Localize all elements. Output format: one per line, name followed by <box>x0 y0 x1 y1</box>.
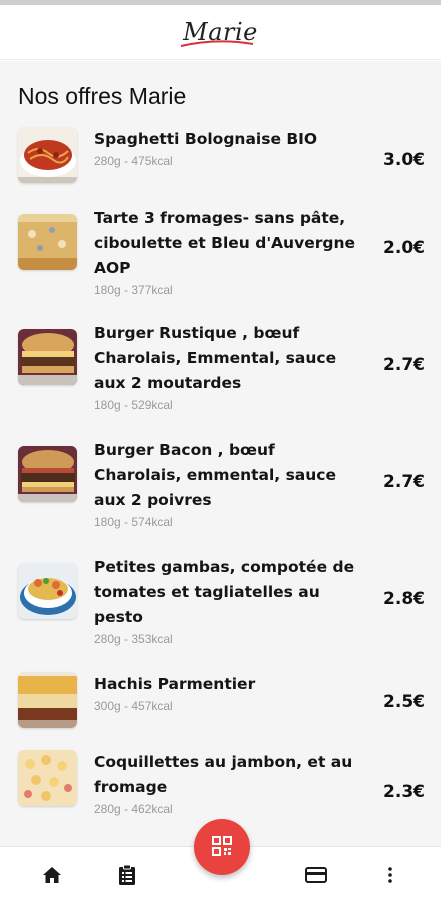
product-meta: 180g - 574kcal <box>94 515 173 529</box>
product-price: 2.7€ <box>383 355 425 375</box>
main-content[interactable]: Nos offres Marie Spaghetti Bolognaise BI… <box>0 61 441 846</box>
product-name: Coquillettes au jambon, et au fromage <box>94 753 353 796</box>
product-image-hachis <box>18 672 77 728</box>
product-name: Hachis Parmentier <box>94 675 256 693</box>
product-name: Spaghetti Bolognaise BIO <box>94 130 318 148</box>
credit-card-icon[interactable] <box>305 864 327 886</box>
product-price: 2.3€ <box>383 782 425 802</box>
product-item[interactable]: Petites gambas, compotée de tomates et t… <box>0 531 441 648</box>
product-meta: 180g - 529kcal <box>94 398 173 412</box>
product-price: 3.0€ <box>383 150 425 170</box>
product-price: 2.7€ <box>383 472 425 492</box>
product-price: 2.8€ <box>383 589 425 609</box>
product-name: Tarte 3 fromages- sans pâte, ciboulette … <box>94 209 355 277</box>
product-name: Petites gambas, compotée de tomates et t… <box>94 558 355 626</box>
product-image-coquillettes <box>18 750 77 806</box>
qr-scan-button[interactable] <box>194 819 250 875</box>
more-vertical-icon[interactable] <box>379 864 401 886</box>
product-image-spaghetti <box>18 127 77 183</box>
product-item[interactable]: Hachis Parmentier 300g - 457kcal 2.5€ <box>0 648 441 728</box>
product-item[interactable]: Burger Rustique , bœuf Charolais, Emment… <box>0 297 441 414</box>
product-meta: 280g - 475kcal <box>94 154 173 168</box>
product-info: Petites gambas, compotée de tomates et t… <box>94 555 356 646</box>
product-item[interactable]: Burger Bacon , bœuf Charolais, emmental,… <box>0 414 441 531</box>
product-info: Burger Bacon , bœuf Charolais, emmental,… <box>94 438 356 529</box>
product-item[interactable]: Spaghetti Bolognaise BIO 280g - 475kcal … <box>0 121 441 183</box>
product-info: Burger Rustique , bœuf Charolais, Emment… <box>94 321 356 412</box>
product-meta: 180g - 377kcal <box>94 283 173 297</box>
app-header: Marie <box>0 5 441 60</box>
product-image-tarte <box>18 214 77 270</box>
product-info: Hachis Parmentier 300g - 457kcal <box>94 672 356 713</box>
product-info: Coquillettes au jambon, et au fromage 28… <box>94 750 356 816</box>
product-image-burger-rustique <box>18 329 77 385</box>
qr-code-icon <box>212 835 232 859</box>
product-list: Spaghetti Bolognaise BIO 280g - 475kcal … <box>0 121 441 816</box>
product-info: Tarte 3 fromages- sans pâte, ciboulette … <box>94 206 356 297</box>
product-name: Burger Bacon , bœuf Charolais, emmental,… <box>94 441 337 509</box>
logo-swoosh-icon <box>180 40 254 47</box>
product-name: Burger Rustique , bœuf Charolais, Emment… <box>94 324 337 392</box>
product-price: 2.5€ <box>383 692 425 712</box>
home-icon[interactable] <box>41 864 63 886</box>
product-meta: 280g - 462kcal <box>94 802 173 816</box>
product-image-gambas <box>18 563 77 619</box>
product-meta: 280g - 353kcal <box>94 632 173 646</box>
product-item[interactable]: Tarte 3 fromages- sans pâte, ciboulette … <box>0 180 441 297</box>
product-meta: 300g - 457kcal <box>94 699 173 713</box>
marie-logo[interactable]: Marie <box>177 18 264 47</box>
product-info: Spaghetti Bolognaise BIO 280g - 475kcal <box>94 127 356 168</box>
product-item[interactable]: Coquillettes au jambon, et au fromage 28… <box>0 728 441 816</box>
clipboard-list-icon[interactable] <box>116 864 138 886</box>
page-title: Nos offres Marie <box>18 83 187 109</box>
product-price: 2.0€ <box>383 238 425 258</box>
product-image-burger-bacon <box>18 446 77 502</box>
